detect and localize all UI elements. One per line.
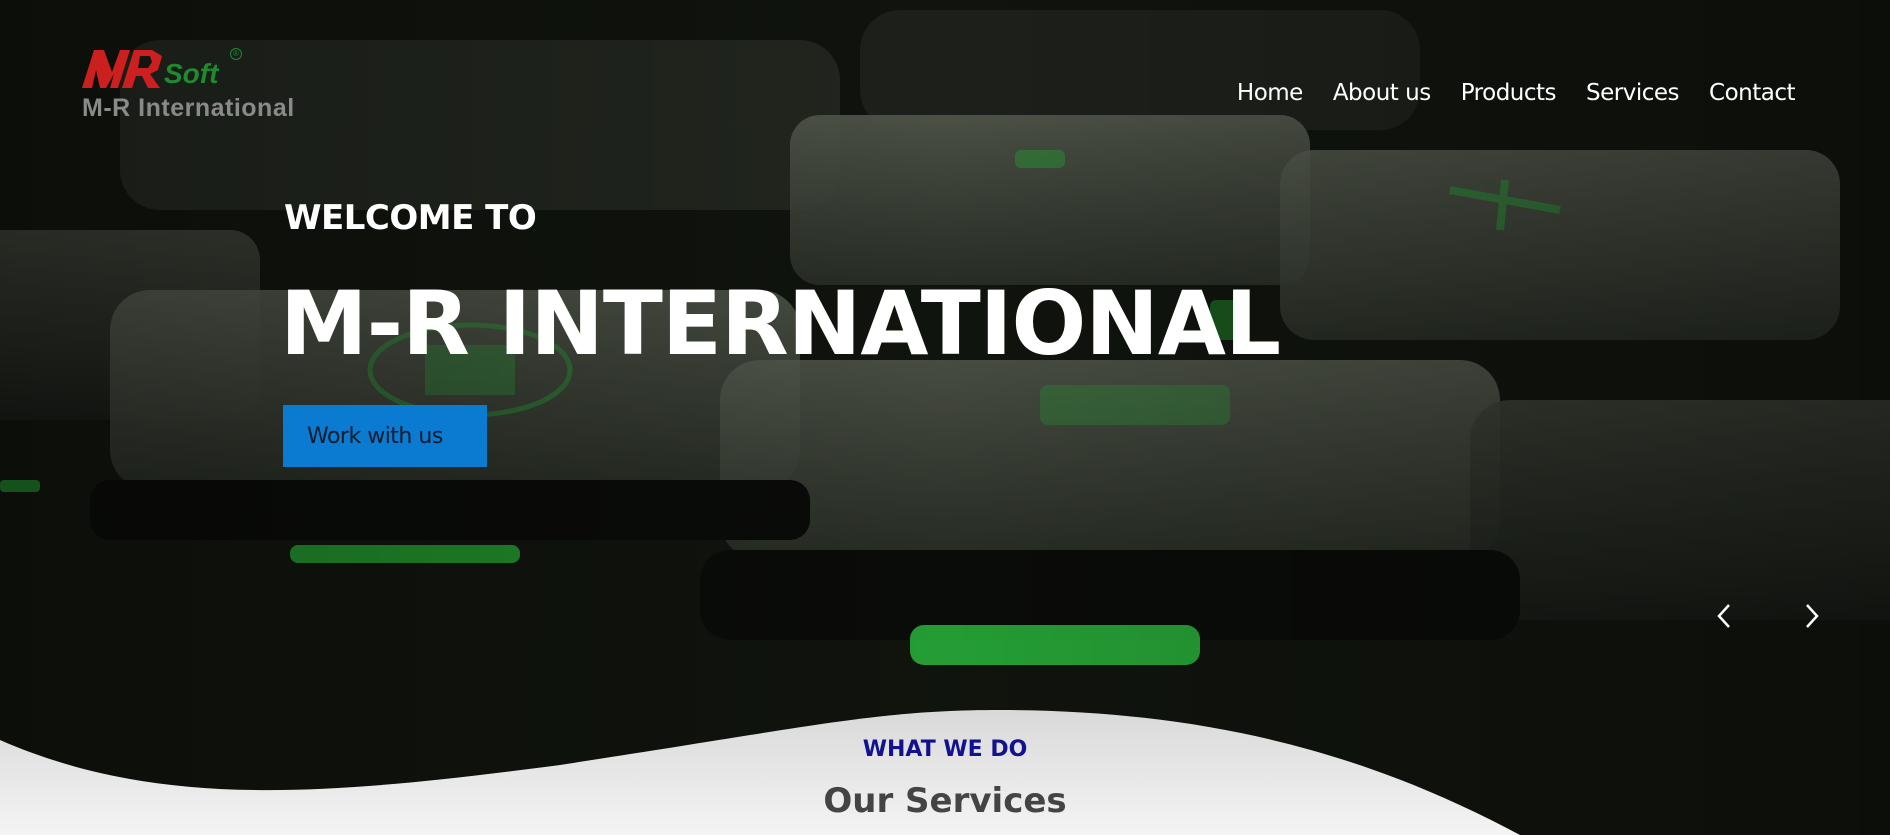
section-wave-divider (0, 710, 1520, 835)
services-title: Our Services (823, 781, 1067, 821)
services-kicker: WHAT WE DO (862, 737, 1028, 762)
hero-slider: Soft ® M-R International Home About us P… (0, 0, 1890, 835)
